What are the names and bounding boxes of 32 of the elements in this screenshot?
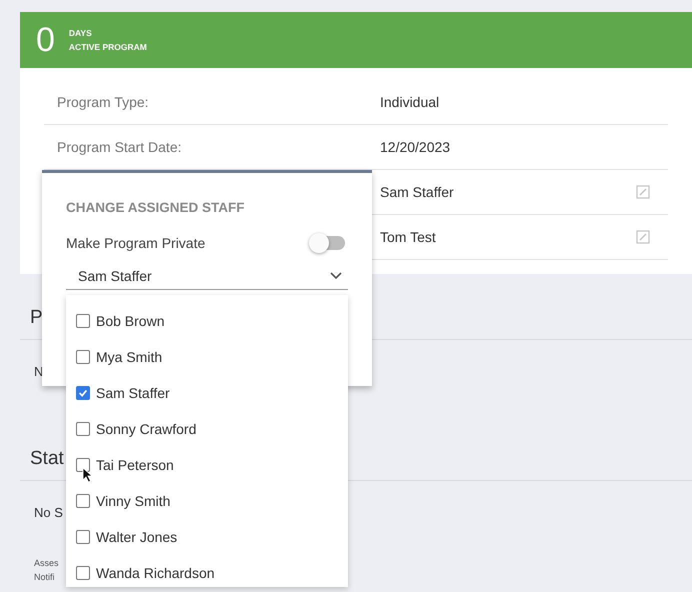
checkbox[interactable] xyxy=(76,530,90,544)
staff-option[interactable]: Sonny Crawford xyxy=(96,421,196,437)
field-value: Sam Staffer xyxy=(380,184,455,200)
chevron-down-icon xyxy=(330,272,342,280)
staff-option[interactable]: Tai Peterson xyxy=(96,457,174,473)
checkbox[interactable] xyxy=(76,314,90,328)
field-label: Program Type: xyxy=(57,94,149,110)
staff-option[interactable]: Vinny Smith xyxy=(96,493,170,509)
staff-option[interactable]: Bob Brown xyxy=(96,313,164,329)
popup-title: CHANGE ASSIGNED STAFF xyxy=(66,200,246,215)
status-label: ACTIVE PROGRAM xyxy=(68,42,147,52)
field-value: Individual xyxy=(380,94,440,110)
checkbox[interactable] xyxy=(76,350,90,364)
field-label: Program Start Date: xyxy=(57,139,182,155)
section-text: No S xyxy=(34,505,63,520)
staff-option[interactable]: Walter Jones xyxy=(96,529,178,545)
section-text: Asses xyxy=(34,557,59,570)
private-label: Make Program Private xyxy=(66,235,206,251)
staff-select[interactable]: Sam Staffer xyxy=(66,263,348,290)
days-count: 0 xyxy=(36,20,55,60)
checkbox[interactable] xyxy=(76,494,90,508)
days-label: DAYS xyxy=(68,28,93,38)
checkbox[interactable] xyxy=(76,386,90,400)
field-value: Tom Test xyxy=(380,229,437,245)
section-text: Notifi xyxy=(34,571,55,584)
checkbox[interactable] xyxy=(76,566,90,580)
checkbox[interactable] xyxy=(76,458,90,472)
staff-option[interactable]: Wanda Richardson xyxy=(96,565,215,581)
staff-option[interactable]: Mya Smith xyxy=(96,349,162,365)
checkbox[interactable] xyxy=(76,422,90,436)
staff-option[interactable]: Sam Staffer xyxy=(96,385,170,401)
field-value: 12/20/2023 xyxy=(380,139,452,155)
